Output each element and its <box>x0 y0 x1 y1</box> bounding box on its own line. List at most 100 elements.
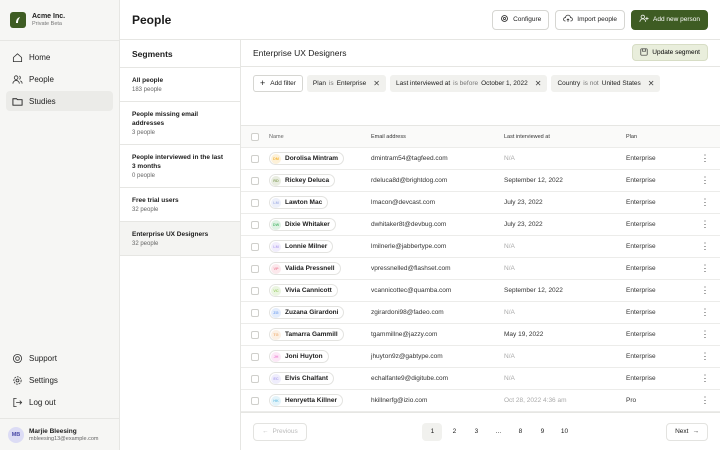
person-pill[interactable]: ZG Zuzana Girardoni <box>269 306 345 320</box>
nav-item-log-out[interactable]: Log out <box>6 392 113 412</box>
close-icon[interactable]: ✕ <box>373 79 380 88</box>
more-options-icon[interactable]: ⋮ <box>690 373 720 384</box>
table-row[interactable]: RD Rickey Deluca rdeluca8d@brightdog.com Se… <box>241 170 720 193</box>
more-options-icon[interactable]: ⋮ <box>690 395 720 406</box>
segment-item[interactable]: Enterprise UX Designers 32 people <box>120 222 240 256</box>
row-checkbox[interactable] <box>251 286 259 295</box>
nav-item-settings[interactable]: Settings <box>6 370 113 390</box>
last-interviewed-cell: N/A <box>504 265 515 273</box>
column-header-plan[interactable]: Plan <box>626 134 690 140</box>
row-checkbox[interactable] <box>251 308 259 317</box>
segment-item[interactable]: People missing email addresses 3 people <box>120 102 240 145</box>
person-pill[interactable]: LM Lonnie Milner <box>269 240 334 254</box>
row-checkbox[interactable] <box>251 396 259 405</box>
more-options-icon[interactable]: ⋮ <box>690 329 720 340</box>
brand[interactable]: Acme Inc. Private Beta <box>0 0 119 40</box>
table-row[interactable]: DW Dixie Whitaker dwhitaker8t@devbug.com Ju… <box>241 214 720 237</box>
add-new-person-button[interactable]: Add new person <box>631 9 708 30</box>
row-checkbox[interactable] <box>251 154 259 163</box>
page-button[interactable]: 2 <box>444 423 464 441</box>
page-button[interactable]: 8 <box>510 423 530 441</box>
row-checkbox[interactable] <box>251 220 259 229</box>
page-button[interactable]: 10 <box>554 423 574 441</box>
segment-name: People missing email addresses <box>132 111 199 127</box>
last-interviewed-cell: N/A <box>504 243 515 251</box>
import-people-button[interactable]: Import people <box>555 9 626 30</box>
page-button[interactable]: 3 <box>466 423 486 441</box>
more-options-icon[interactable]: ⋮ <box>690 307 720 318</box>
person-pill[interactable]: VP Valida Pressnell <box>269 262 341 276</box>
row-checkbox[interactable] <box>251 242 259 251</box>
person-name: Vivia Cannicott <box>285 287 332 295</box>
nav-item-studies[interactable]: Studies <box>6 91 113 111</box>
table-row[interactable]: VP Valida Pressnell vpressnelled@flashset.… <box>241 258 720 281</box>
table-row[interactable]: DM Dorolisa Mintram dmintram54@tagfeed.com… <box>241 148 720 171</box>
nav-item-label: Settings <box>29 375 58 385</box>
more-options-icon[interactable]: ⋮ <box>690 241 720 252</box>
more-options-icon[interactable]: ⋮ <box>690 219 720 230</box>
person-name: Elvis Chalfant <box>285 375 328 383</box>
filter-chip[interactable]: Country is not United States ✕ <box>551 74 661 92</box>
more-options-icon[interactable]: ⋮ <box>690 153 720 164</box>
brand-subtitle: Private Beta <box>32 21 62 27</box>
table-row[interactable]: TG Tamarra Gammill tgammillne@jazzy.com May… <box>241 324 720 347</box>
last-interviewed-cell: N/A <box>504 309 515 317</box>
person-pill[interactable]: DW Dixie Whitaker <box>269 218 336 232</box>
update-segment-button[interactable]: Update segment <box>632 44 708 62</box>
page-button[interactable]: 1 <box>422 422 443 441</box>
people-icon <box>11 73 23 85</box>
person-pill[interactable]: EC Elvis Chalfant <box>269 372 334 386</box>
page-button[interactable]: 9 <box>532 423 552 441</box>
table-row[interactable]: VC Vivia Cannicott vcannicottec@quamba.com… <box>241 280 720 303</box>
select-all-checkbox[interactable] <box>251 132 259 141</box>
next-page-button[interactable]: Next → <box>666 422 708 441</box>
configure-button[interactable]: Configure <box>492 9 550 30</box>
row-checkbox[interactable] <box>251 198 259 207</box>
segment-item[interactable]: All people 183 people <box>120 68 240 102</box>
row-checkbox[interactable] <box>251 264 259 273</box>
more-options-icon[interactable]: ⋮ <box>690 197 720 208</box>
nav-item-people[interactable]: People <box>6 69 113 89</box>
person-pill[interactable]: VC Vivia Cannicott <box>269 284 338 298</box>
close-icon[interactable]: ✕ <box>648 79 655 88</box>
table-row[interactable]: LM Lawton Mac lmacon@devcast.com July 23, 2… <box>241 192 720 215</box>
column-header-name[interactable]: Name <box>269 134 359 140</box>
close-icon[interactable]: ✕ <box>535 79 542 88</box>
table-row[interactable]: JH Joni Huyton jhuyton9z@gabtype.com N/A Ent… <box>241 346 720 369</box>
person-pill[interactable]: DM Dorolisa Mintram <box>269 152 345 166</box>
user-profile[interactable]: MB Marjie Bleesing mbleesing13@example.c… <box>0 418 119 450</box>
avatar: ZG <box>271 307 281 318</box>
nav-item-label: Support <box>29 353 58 363</box>
row-checkbox[interactable] <box>251 176 259 185</box>
person-pill[interactable]: LM Lawton Mac <box>269 196 329 210</box>
person-pill[interactable]: RD Rickey Deluca <box>269 174 336 188</box>
avatar: TG <box>271 329 281 340</box>
person-name: Henryetta Killner <box>285 397 338 405</box>
save-icon <box>640 48 648 58</box>
row-checkbox[interactable] <box>251 374 259 383</box>
more-options-icon[interactable]: ⋮ <box>690 175 720 186</box>
more-options-icon[interactable]: ⋮ <box>690 263 720 274</box>
nav-item-support[interactable]: Support <box>6 348 113 368</box>
table-row[interactable]: EC Elvis Chalfant echalfante9@digitube.com… <box>241 368 720 391</box>
column-header-last-interviewed[interactable]: Last interviewed at <box>492 134 626 140</box>
segment-item[interactable]: Free trial users 32 people <box>120 188 240 222</box>
row-checkbox[interactable] <box>251 330 259 339</box>
person-pill[interactable]: JH Joni Huyton <box>269 350 329 364</box>
previous-page-button[interactable]: ← Previous <box>253 422 307 441</box>
person-pill[interactable]: HK Henryetta Killner <box>269 394 344 408</box>
more-options-icon[interactable]: ⋮ <box>690 285 720 296</box>
filter-chip[interactable]: Last interviewed at is before October 1, 2… <box>389 74 548 92</box>
person-name: Joni Huyton <box>285 353 323 361</box>
table-row[interactable]: LM Lonnie Milner lmilnerle@jabbertype.com N… <box>241 236 720 259</box>
add-filter-button[interactable]: + Add filter <box>253 74 303 92</box>
column-header-email[interactable]: Email address <box>359 134 492 140</box>
table-row[interactable]: ZG Zuzana Girardoni zgirardoni98@fadeo.com… <box>241 302 720 325</box>
segment-item[interactable]: People interviewed in the last 3 months 0… <box>120 145 240 188</box>
table-row[interactable]: HK Henryetta Killner hkillnerfg@izio.com Oc… <box>241 390 720 413</box>
nav-item-home[interactable]: Home <box>6 47 113 67</box>
person-pill[interactable]: TG Tamarra Gammill <box>269 328 344 342</box>
row-checkbox[interactable] <box>251 352 259 361</box>
filter-chip[interactable]: Plan is Enterprise ✕ <box>306 74 386 92</box>
more-options-icon[interactable]: ⋮ <box>690 351 720 362</box>
